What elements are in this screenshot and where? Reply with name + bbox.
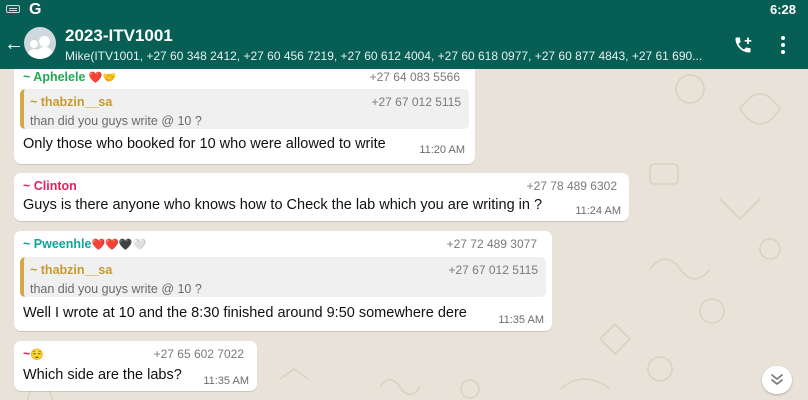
call-add-icon[interactable] (733, 35, 753, 55)
message-bubble[interactable]: ~ Aphelele ❤️🤝 +27 64 083 5566 ~ thabzin… (14, 69, 475, 164)
quoted-message[interactable]: ~ thabzin__sa +27 67 012 5115 than did y… (20, 89, 469, 129)
sender-name[interactable]: ~ Pweenhle❤️❤️🖤🤍 (23, 237, 146, 251)
quoted-phone: +27 67 012 5115 (371, 95, 461, 109)
sender-name[interactable]: ~ Aphelele ❤️🤝 (23, 70, 116, 84)
sender-phone: +27 65 602 7022 (153, 347, 244, 361)
chat-header: ← 2023-ITV1001 Mike(ITV1001, +27 60 348 … (0, 19, 808, 69)
quoted-sender: ~ thabzin__sa (30, 95, 113, 109)
more-vert-icon[interactable] (779, 36, 787, 56)
group-participants[interactable]: Mike(ITV1001, +27 60 348 2412, +27 60 45… (65, 49, 713, 63)
quoted-sender: ~ thabzin__sa (30, 263, 113, 277)
quoted-text: than did you guys write @ 10 ? (30, 282, 202, 296)
quoted-text: than did you guys write @ 10 ? (30, 114, 202, 128)
group-avatar-icon[interactable] (24, 27, 56, 59)
message-bubble[interactable]: ~ Pweenhle❤️❤️🖤🤍 +27 72 489 3077 ~ thabz… (14, 231, 552, 331)
message-list[interactable]: ~ Aphelele ❤️🤝 +27 64 083 5566 ~ thabzin… (0, 69, 808, 400)
quoted-message[interactable]: ~ thabzin__sa +27 67 012 5115 than did y… (20, 257, 546, 297)
message-time: 11:35 AM (203, 375, 249, 387)
message-bubble[interactable]: ~😌 +27 65 602 7022 Which side are the la… (14, 341, 257, 391)
message-text: Which side are the labs? (23, 367, 182, 383)
scroll-down-button[interactable] (762, 366, 792, 394)
message-text: Well I wrote at 10 and the 8:30 finished… (23, 305, 467, 321)
scroll-down-icon (771, 374, 783, 385)
sender-name[interactable]: ~ Clinton (23, 179, 77, 193)
message-bubble[interactable]: ~ Clinton +27 78 489 6302 Guys is there … (14, 173, 629, 221)
sender-name[interactable]: ~😌 (23, 347, 44, 361)
message-time: 11:20 AM (419, 144, 465, 156)
group-title[interactable]: 2023-ITV1001 (65, 26, 173, 46)
message-time: 11:35 AM (498, 314, 544, 326)
sender-phone: +27 64 083 5566 (369, 70, 460, 84)
message-time: 11:24 AM (575, 205, 621, 217)
status-time: 6:28 (769, 2, 796, 17)
message-text: Guys is there anyone who knows how to Ch… (23, 197, 543, 213)
quoted-phone: +27 67 012 5115 (448, 263, 538, 277)
status-bar: G 6:28 (0, 0, 808, 19)
google-icon: G (29, 1, 42, 18)
back-arrow-icon[interactable]: ← (4, 33, 24, 55)
sender-phone: +27 78 489 6302 (526, 179, 617, 193)
keyboard-icon (6, 5, 20, 13)
message-text: Only those who booked for 10 who were al… (23, 136, 386, 152)
sender-phone: +27 72 489 3077 (446, 237, 537, 251)
